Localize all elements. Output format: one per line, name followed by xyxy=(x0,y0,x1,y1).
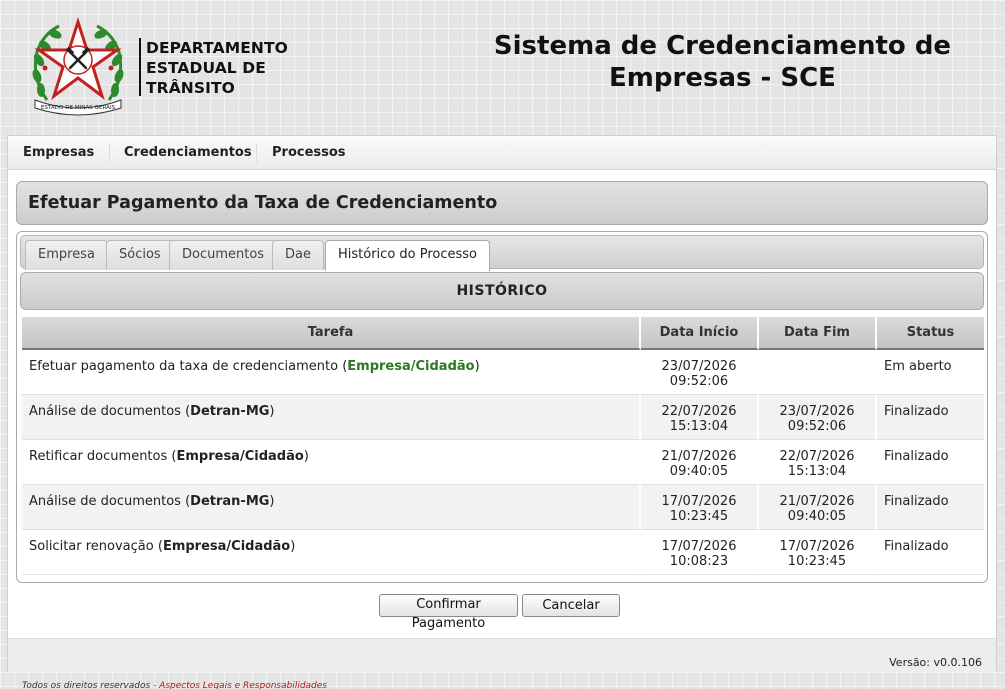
tab-documentos[interactable]: Documentos xyxy=(169,240,278,270)
end-time: 15:13:04 xyxy=(787,464,847,479)
task-name: Retificar documentos xyxy=(29,449,168,464)
system-title-line-1: Sistema de Credenciamento de xyxy=(493,31,952,61)
start-time: 10:08:23 xyxy=(669,554,729,569)
column-header-data-inicio: Data Início xyxy=(641,317,759,350)
system-title: Sistema de Credenciamento de Empresas - … xyxy=(470,30,975,94)
task-name: Efetuar pagamento da taxa de credenciame… xyxy=(29,359,339,374)
tab-empresa[interactable]: Empresa xyxy=(25,240,108,270)
task-cell: Análise de documentos (Detran-MG) xyxy=(22,395,641,440)
menu-bar: Empresas Credenciamentos Processos xyxy=(8,136,996,170)
minas-gerais-seal-logo: ESTADO DE MINAS GERAIS xyxy=(25,16,131,120)
end-date: 21/07/2026 xyxy=(779,494,855,509)
history-table-header: Tarefa Data Início Data Fim Status xyxy=(22,317,984,350)
end-date: 17/07/2026 xyxy=(779,539,855,554)
status-cell: Em aberto xyxy=(877,350,984,395)
seal-text: ESTADO DE MINAS GERAIS xyxy=(41,105,116,111)
legal-aspects-link[interactable]: Aspectos Legais e Responsabilidades xyxy=(159,681,327,689)
main-panel: Empresas Credenciamentos Processos Efetu… xyxy=(7,135,997,672)
end-date-cell: 21/07/2026 09:40:05 xyxy=(759,485,877,530)
task-actor: Empresa/Cidadão xyxy=(176,449,304,464)
end-time: 09:40:05 xyxy=(787,509,847,524)
org-line-1: DEPARTAMENTO xyxy=(146,39,288,57)
column-header-data-fim: Data Fim xyxy=(759,317,877,350)
end-date-cell: 22/07/2026 15:13:04 xyxy=(759,440,877,485)
version-label: Versão: v0.0.106 xyxy=(889,656,982,669)
task-name: Análise de documentos xyxy=(29,494,181,509)
task-actor: Empresa/Cidadão xyxy=(347,359,475,374)
task-name: Análise de documentos xyxy=(29,404,181,419)
copyright-text: Todos os direitos reservados - xyxy=(22,681,157,689)
end-date-cell: 23/07/2026 09:52:06 xyxy=(759,395,877,440)
start-time: 09:52:06 xyxy=(669,374,729,389)
end-date: 22/07/2026 xyxy=(779,449,855,464)
end-date-cell xyxy=(759,350,877,395)
page-header: ESTADO DE MINAS GERAIS DEPARTAMENTO ESTA… xyxy=(0,0,1005,135)
start-date-cell: 22/07/2026 15:13:04 xyxy=(641,395,759,440)
cancel-button[interactable]: Cancelar xyxy=(522,594,620,617)
start-date: 22/07/2026 xyxy=(661,404,737,419)
tab-historico-do-processo[interactable]: Histórico do Processo xyxy=(325,240,491,271)
menu-separator xyxy=(109,144,110,162)
start-time: 09:40:05 xyxy=(669,464,729,479)
menu-item-processos[interactable]: Processos xyxy=(272,136,346,170)
start-date-cell: 23/07/2026 09:52:06 xyxy=(641,350,759,395)
start-date-cell: 21/07/2026 09:40:05 xyxy=(641,440,759,485)
table-row: Retificar documentos (Empresa/Cidadão) 2… xyxy=(22,440,984,485)
menu-item-empresas[interactable]: Empresas xyxy=(23,136,94,170)
table-row: Efetuar pagamento da taxa de credenciame… xyxy=(22,350,984,395)
tab-socios[interactable]: Sócios xyxy=(106,240,174,270)
start-date: 23/07/2026 xyxy=(661,359,737,374)
footer-bar: Versão: v0.0.106 xyxy=(8,638,996,672)
start-date: 17/07/2026 xyxy=(661,494,737,509)
status-cell: Finalizado xyxy=(877,530,984,575)
start-date-cell: 17/07/2026 10:23:45 xyxy=(641,485,759,530)
menu-separator xyxy=(256,144,257,162)
end-time: 10:23:45 xyxy=(787,554,847,569)
column-header-status: Status xyxy=(877,317,984,350)
start-date-cell: 17/07/2026 10:08:23 xyxy=(641,530,759,575)
table-row: Análise de documentos (Detran-MG) 22/07/… xyxy=(22,395,984,440)
history-section-title: HISTÓRICO xyxy=(20,272,984,310)
status-cell: Finalizado xyxy=(877,485,984,530)
task-actor: Detran-MG xyxy=(190,494,270,509)
status-cell: Finalizado xyxy=(877,395,984,440)
organization-name: DEPARTAMENTO ESTADUAL DE TRÂNSITO xyxy=(146,38,288,98)
end-date-cell: 17/07/2026 10:23:45 xyxy=(759,530,877,575)
system-title-line-2: Empresas - SCE xyxy=(609,63,836,93)
end-time: 09:52:06 xyxy=(787,419,847,434)
process-tabs: Empresa Sócios Documentos Dae Histórico … xyxy=(16,231,988,583)
start-time: 15:13:04 xyxy=(669,419,729,434)
start-date: 17/07/2026 xyxy=(661,539,737,554)
task-cell: Análise de documentos (Detran-MG) xyxy=(22,485,641,530)
start-time: 10:23:45 xyxy=(669,509,729,524)
tab-dae[interactable]: Dae xyxy=(272,240,324,270)
tab-strip: Empresa Sócios Documentos Dae Histórico … xyxy=(20,235,984,271)
task-actor: Empresa/Cidadão xyxy=(162,539,291,554)
table-row: Solicitar renovação (Empresa/Cidadão) 17… xyxy=(22,530,984,575)
task-cell: Retificar documentos (Empresa/Cidadão) xyxy=(22,440,641,485)
org-line-3: TRÂNSITO xyxy=(146,79,235,97)
task-name: Solicitar renovação xyxy=(29,539,154,554)
task-cell: Solicitar renovação (Empresa/Cidadão) xyxy=(22,530,641,575)
confirm-payment-button[interactable]: Confirmar Pagamento xyxy=(379,594,518,631)
copyright-notice: Todos os direitos reservados - Aspectos … xyxy=(22,681,327,689)
start-date: 21/07/2026 xyxy=(661,449,737,464)
column-header-tarefa: Tarefa xyxy=(22,317,641,350)
status-cell: Finalizado xyxy=(877,440,984,485)
task-cell: Efetuar pagamento da taxa de credenciame… xyxy=(22,350,641,395)
table-row: Análise de documentos (Detran-MG) 17/07/… xyxy=(22,485,984,530)
org-line-2: ESTADUAL DE xyxy=(146,59,266,77)
task-actor: Detran-MG xyxy=(190,404,270,419)
page-title: Efetuar Pagamento da Taxa de Credenciame… xyxy=(16,181,988,225)
end-date: 23/07/2026 xyxy=(779,404,855,419)
logo-divider xyxy=(139,38,141,96)
menu-item-credenciamentos[interactable]: Credenciamentos xyxy=(124,136,252,170)
history-table: Tarefa Data Início Data Fim Status Efetu… xyxy=(22,317,984,575)
